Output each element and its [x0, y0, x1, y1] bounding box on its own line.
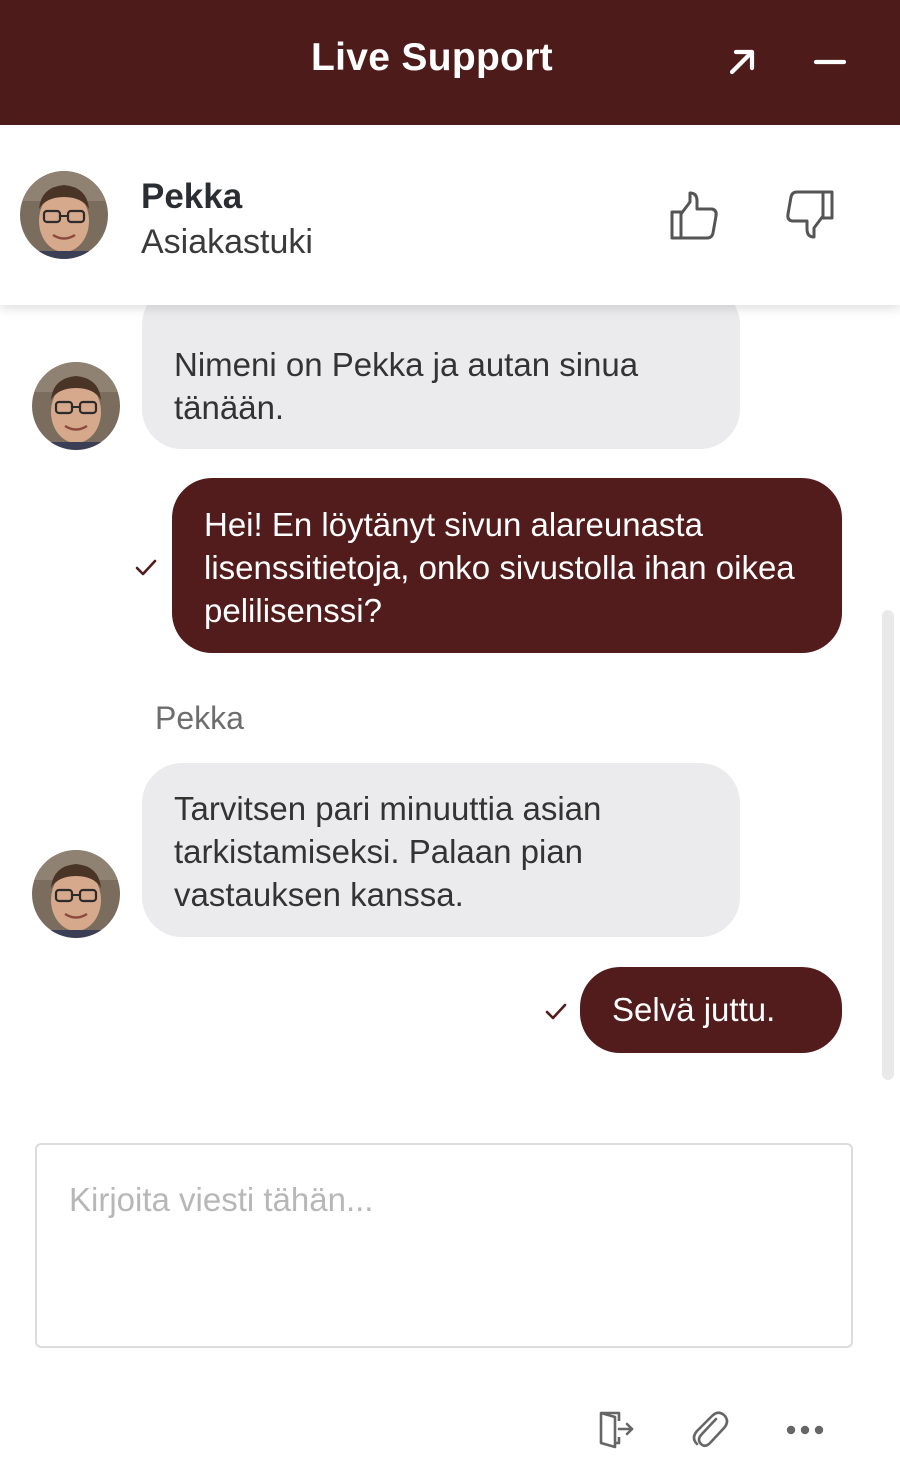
agent-avatar [32, 362, 120, 450]
sender-name: Pekka [155, 700, 244, 736]
chat-header: Live Support [0, 0, 900, 125]
minus-icon [813, 59, 847, 65]
scrollbar[interactable] [882, 610, 894, 1080]
attach-file-button[interactable] [684, 1405, 734, 1455]
paperclip-icon [692, 1411, 729, 1448]
minimize-button[interactable] [810, 40, 850, 84]
agent-message: Tarvitsen pari minuuttia asian tarkistam… [142, 763, 740, 937]
thumbs-down-button[interactable] [780, 184, 840, 244]
agent-avatar [20, 171, 108, 259]
check-icon [135, 559, 157, 576]
message-input[interactable] [35, 1143, 853, 1348]
user-message: Hei! En löytänyt sivun alareunasta lisen… [172, 478, 842, 653]
agent-role: Asiakastuki [141, 223, 313, 261]
user-message: Selvä juttu. [580, 967, 842, 1053]
thumbs-up-button[interactable] [664, 186, 724, 246]
message-list[interactable]: Nimeni on Pekka ja autan sinua tänään. H… [0, 305, 900, 1125]
check-icon [545, 1003, 567, 1020]
agent-bar: Pekka Asiakastuki [0, 125, 900, 305]
exit-door-icon [599, 1411, 634, 1449]
agent-message: Nimeni on Pekka ja autan sinua tänään. [142, 305, 740, 449]
thumbs-down-icon [786, 190, 834, 239]
arrow-up-right-icon [729, 49, 755, 75]
more-options-button[interactable] [780, 1405, 830, 1455]
agent-name: Pekka [141, 177, 243, 216]
popout-button[interactable] [722, 40, 762, 84]
end-chat-button[interactable] [589, 1405, 639, 1455]
agent-avatar [32, 850, 120, 938]
thumbs-up-icon [670, 191, 718, 240]
header-title: Live Support [311, 36, 553, 79]
more-dots-icon [786, 1425, 824, 1435]
